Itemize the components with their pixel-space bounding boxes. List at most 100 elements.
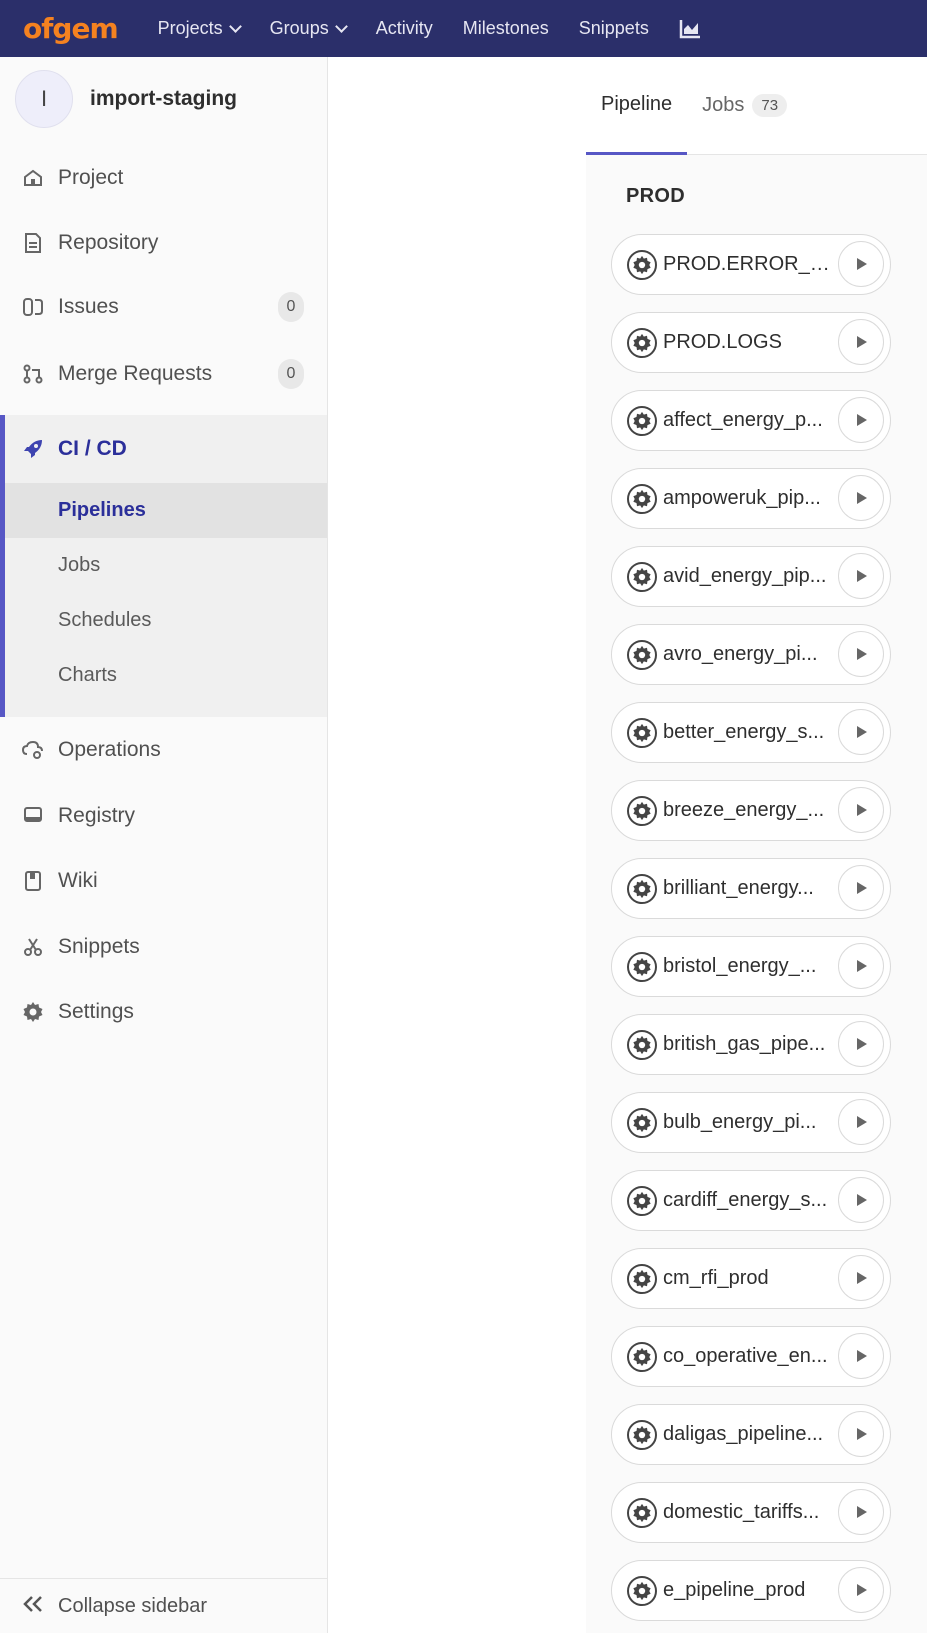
sidebar-item-project[interactable]: Project (0, 150, 327, 206)
sidebar-item-label: Registry (58, 804, 136, 827)
project-name: import-staging (90, 87, 237, 110)
sidebar-item-settings[interactable]: Settings (0, 984, 327, 1040)
sidebar-item-label: Wiki (58, 869, 98, 892)
sidebar-subitem-pipelines[interactable]: Pipelines (5, 483, 327, 538)
sidebar-item-cicd[interactable]: CI / CD (5, 415, 327, 483)
tab-jobs-label: Jobs (702, 94, 745, 116)
cicd-section: CI / CD Pipelines Jobs Schedules Charts (0, 415, 327, 717)
job-name: daligas_pipeline... (663, 1423, 824, 1445)
book-icon (22, 870, 44, 892)
manual-status-icon (627, 1263, 657, 1294)
play-icon[interactable] (838, 1489, 884, 1535)
chart-icon[interactable] (679, 19, 701, 39)
job-item[interactable]: daligas_pipeline... (611, 1404, 891, 1465)
play-icon[interactable] (838, 631, 884, 677)
play-icon[interactable] (838, 1099, 884, 1145)
job-item[interactable]: avid_energy_pip... (611, 546, 891, 607)
job-item[interactable]: affect_energy_p... (611, 390, 891, 451)
sidebar-item-label: Settings (58, 1000, 134, 1023)
manual-status-icon (627, 483, 657, 514)
job-item[interactable]: bulb_energy_pi... (611, 1092, 891, 1153)
tab-pipeline[interactable]: Pipeline (586, 57, 688, 155)
manual-status-icon (627, 1185, 657, 1216)
gear-icon (22, 1001, 44, 1023)
job-item[interactable]: PROD.ERROR_L... (611, 234, 891, 295)
manual-status-icon (627, 873, 657, 904)
merge-requests-count-badge: 0 (278, 359, 304, 389)
job-item[interactable]: bristol_energy_... (611, 936, 891, 997)
play-icon[interactable] (838, 1411, 884, 1457)
job-name: avro_energy_pi... (663, 643, 818, 665)
merge-icon (22, 363, 44, 385)
sidebar-item-wiki[interactable]: Wiki (0, 853, 327, 909)
play-icon[interactable] (838, 787, 884, 833)
sidebar-item-snippets[interactable]: Snippets (0, 919, 327, 975)
logo[interactable]: ofgem (23, 12, 119, 45)
sidebar-subitem-jobs[interactable]: Jobs (5, 538, 327, 593)
play-icon[interactable] (838, 1567, 884, 1613)
sidebar-item-merge-requests[interactable]: Merge Requests 0 (0, 346, 327, 402)
sidebar-subitem-charts[interactable]: Charts (5, 648, 327, 703)
job-name: cardiff_energy_s... (663, 1189, 828, 1211)
play-icon[interactable] (838, 943, 884, 989)
play-icon[interactable] (838, 1021, 884, 1067)
sidebar-item-registry[interactable]: Registry (0, 788, 327, 844)
manual-status-icon (627, 1497, 657, 1528)
nav-snippets[interactable]: Snippets (579, 18, 649, 39)
job-item[interactable]: british_gas_pipe... (611, 1014, 891, 1075)
job-name: co_operative_en... (663, 1345, 828, 1367)
nav-projects[interactable]: Projects (158, 18, 242, 39)
manual-status-icon (627, 1341, 657, 1372)
play-icon[interactable] (838, 1255, 884, 1301)
job-item[interactable]: cardiff_energy_s... (611, 1170, 891, 1231)
play-icon[interactable] (838, 241, 884, 287)
job-name: brilliant_energy... (663, 877, 814, 899)
job-item[interactable]: breeze_energy_... (611, 780, 891, 841)
play-icon[interactable] (838, 1177, 884, 1223)
sidebar-item-label: Snippets (58, 935, 140, 958)
job-name: bristol_energy_... (663, 955, 817, 977)
sidebar-subitem-schedules[interactable]: Schedules (5, 593, 327, 648)
project-header[interactable]: I import-staging (0, 57, 327, 141)
sidebar-item-issues[interactable]: Issues 0 (0, 279, 327, 335)
manual-status-icon (627, 327, 657, 358)
home-icon (22, 167, 44, 189)
job-item[interactable]: avro_energy_pi... (611, 624, 891, 685)
tab-jobs[interactable]: Jobs 73 (687, 57, 802, 155)
job-name: PROD.LOGS (663, 331, 782, 353)
nav-milestones[interactable]: Milestones (463, 18, 549, 39)
sidebar-item-operations[interactable]: Operations (0, 722, 327, 778)
job-item[interactable]: co_operative_en... (611, 1326, 891, 1387)
job-name: ampoweruk_pip... (663, 487, 821, 509)
job-name: e_pipeline_prod (663, 1579, 806, 1601)
job-item[interactable]: domestic_tariffs... (611, 1482, 891, 1543)
sidebar-item-label: Operations (58, 738, 161, 761)
registry-icon (22, 805, 44, 827)
play-icon[interactable] (838, 1333, 884, 1379)
manual-status-icon (627, 639, 657, 670)
sidebar-item-repository[interactable]: Repository (0, 215, 327, 271)
job-item[interactable]: PROD.LOGS (611, 312, 891, 373)
play-icon[interactable] (838, 397, 884, 443)
job-item[interactable]: better_energy_s... (611, 702, 891, 763)
manual-status-icon (627, 405, 657, 436)
chevron-down-icon (334, 19, 348, 33)
play-icon[interactable] (838, 475, 884, 521)
job-item[interactable]: e_pipeline_prod (611, 1560, 891, 1621)
manual-status-icon (627, 561, 657, 592)
play-icon[interactable] (838, 865, 884, 911)
play-icon[interactable] (838, 319, 884, 365)
job-item[interactable]: cm_rfi_prod (611, 1248, 891, 1309)
play-icon[interactable] (838, 709, 884, 755)
nav-activity[interactable]: Activity (376, 18, 433, 39)
play-icon[interactable] (838, 553, 884, 599)
job-name: affect_energy_p... (663, 409, 823, 431)
nav-groups[interactable]: Groups (270, 18, 348, 39)
avatar: I (15, 70, 73, 128)
issues-count-badge: 0 (278, 292, 304, 322)
job-name: british_gas_pipe... (663, 1033, 826, 1055)
collapse-sidebar-button[interactable]: Collapse sidebar (0, 1578, 327, 1633)
job-item[interactable]: brilliant_energy... (611, 858, 891, 919)
doc-icon (22, 232, 44, 254)
job-item[interactable]: ampoweruk_pip... (611, 468, 891, 529)
